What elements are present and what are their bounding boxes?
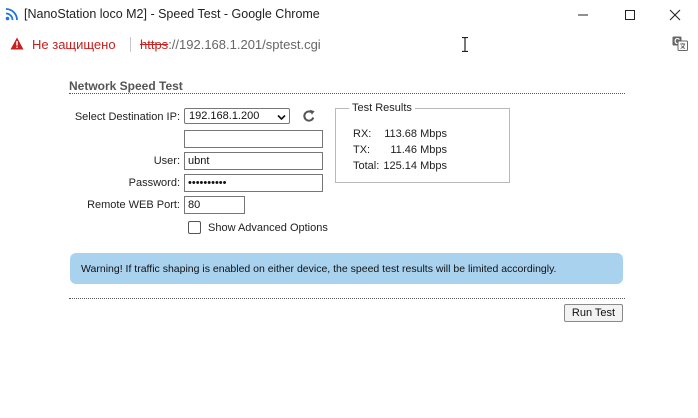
test-results-legend: Test Results bbox=[349, 102, 415, 114]
run-test-button[interactable]: Run Test bbox=[564, 304, 623, 322]
security-status[interactable]: Не защищено bbox=[32, 37, 116, 52]
password-input[interactable] bbox=[184, 174, 323, 192]
password-label: Password: bbox=[128, 177, 180, 189]
tx-value: 11.46 Mbps bbox=[390, 144, 447, 156]
close-button[interactable] bbox=[652, 0, 698, 30]
warning-text: Warning! If traffic shaping is enabled o… bbox=[81, 263, 557, 275]
total-label: Total: bbox=[353, 160, 380, 172]
destination-ip-label: Select Destination IP: bbox=[74, 111, 180, 123]
refresh-icon[interactable] bbox=[301, 108, 317, 129]
url-rest: ://192.168.1.201/sptest.cgi bbox=[168, 37, 321, 52]
total-value: 125.14 Mbps bbox=[383, 160, 447, 172]
destination-ip-select[interactable]: 192.168.1.200 bbox=[184, 108, 290, 124]
top-divider bbox=[69, 93, 625, 94]
custom-ip-input[interactable] bbox=[184, 130, 323, 148]
rss-wifi-icon bbox=[5, 7, 19, 21]
address-bar[interactable]: Не защищено https://192.168.1.201/sptest… bbox=[0, 30, 698, 58]
chevron-down-icon bbox=[277, 112, 286, 124]
minimize-button[interactable] bbox=[560, 0, 606, 30]
title-bar: [NanoStation loco M2] - Speed Test - Goo… bbox=[0, 0, 698, 30]
url-text[interactable]: https://192.168.1.201/sptest.cgi bbox=[140, 37, 321, 52]
show-advanced-checkbox[interactable] bbox=[188, 221, 201, 234]
remote-port-input[interactable] bbox=[184, 196, 245, 214]
url-scheme: https bbox=[140, 37, 169, 52]
rx-label: RX: bbox=[353, 128, 372, 140]
text-cursor-icon bbox=[461, 36, 469, 57]
warning-triangle-icon[interactable] bbox=[10, 37, 24, 55]
user-label: User: bbox=[153, 155, 180, 167]
show-advanced-label[interactable]: Show Advanced Options bbox=[208, 222, 328, 234]
bottom-divider bbox=[69, 298, 625, 299]
window-title: [NanoStation loco M2] - Speed Test - Goo… bbox=[24, 7, 320, 21]
destination-ip-selected: 192.168.1.200 bbox=[189, 110, 260, 122]
page-title: Network Speed Test bbox=[69, 79, 183, 93]
address-divider bbox=[130, 37, 131, 52]
translate-icon[interactable]: G bbox=[672, 36, 688, 56]
rx-value: 113.68 Mbps bbox=[384, 128, 447, 140]
traffic-shaping-warning: Warning! If traffic shaping is enabled o… bbox=[70, 253, 623, 284]
user-input[interactable] bbox=[184, 152, 323, 170]
maximize-button[interactable] bbox=[607, 0, 653, 30]
remote-port-label: Remote WEB Port: bbox=[87, 199, 180, 211]
tx-label: TX: bbox=[353, 144, 371, 156]
